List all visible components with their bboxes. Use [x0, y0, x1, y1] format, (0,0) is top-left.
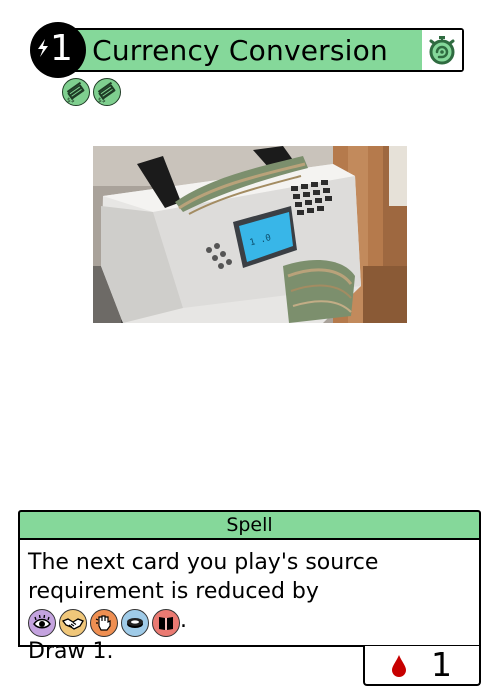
money-stack-icon: $$ [93, 78, 121, 106]
card-art: 1 .0 [93, 146, 407, 323]
source-requirement-icons [28, 609, 180, 637]
rules-text-line-2: requirement is reduced by . [28, 577, 471, 637]
blood-drop-icon [392, 655, 406, 677]
rules-text-box: The next card you play's source requirem… [18, 540, 481, 664]
stat-box: 1 [363, 646, 481, 686]
lightning-bolt-icon [38, 39, 48, 57]
stopwatch-icon [429, 36, 455, 65]
cost-badge: 1 [30, 22, 86, 78]
eye-icon [28, 609, 56, 637]
book-icon [152, 609, 180, 637]
type-line: Spell [18, 510, 481, 540]
handshake-icon [59, 609, 87, 637]
svg-text:$$: $$ [98, 97, 106, 103]
cost-value: 1 [50, 28, 73, 69]
fist-icon [90, 609, 118, 637]
title-end-slot [422, 30, 462, 70]
rules-text-line-1: The next card you play's source [28, 550, 379, 575]
money-counter-illustration: 1 .0 [93, 146, 407, 323]
card-title: Currency Conversion [92, 33, 388, 67]
cost-tokens: $$ $$ [62, 78, 121, 106]
rules-text-line-2-end: . [180, 608, 187, 633]
money-stack-icon: $$ [62, 78, 90, 106]
rules-text-line-2-start: requirement is reduced by [28, 579, 319, 604]
title-bar: Currency Conversion [56, 28, 464, 72]
svg-text:$$: $$ [67, 97, 75, 103]
ring-icon [121, 609, 149, 637]
stat-value: 1 [431, 645, 452, 684]
